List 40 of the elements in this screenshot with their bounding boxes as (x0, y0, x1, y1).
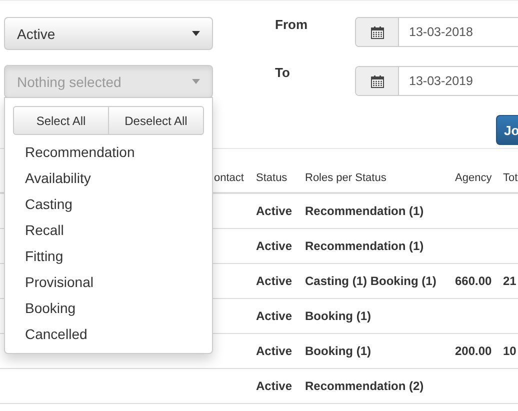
calendar-icon (370, 26, 384, 38)
date-field[interactable]: 13-03-2018 (355, 17, 518, 47)
total-cell-text: 21 (503, 274, 518, 288)
date-field[interactable]: 13-03-2019 (355, 66, 518, 96)
agency-cell-text: 660.00 (455, 274, 493, 288)
caret-icon (192, 79, 200, 84)
menu-option[interactable]: Recall (13, 217, 204, 243)
menu-option[interactable]: Fitting (13, 243, 204, 269)
calendar-icon (370, 74, 384, 88)
caret-icon (192, 31, 200, 36)
column-header: Tot (503, 172, 518, 184)
column-header: Status (256, 172, 288, 184)
total-cell-text: 10 (503, 344, 518, 358)
from-label: From (275, 17, 308, 32)
menu-option[interactable]: Cancelled (13, 321, 204, 347)
roles-cell-text: Recommendation (1) (305, 204, 425, 218)
roles-cell-text: Booking (1) (305, 309, 372, 323)
menu-option[interactable]: Casting (13, 191, 204, 217)
column-header: ontact (214, 172, 245, 184)
menu-action-button[interactable]: Deselect All (109, 106, 204, 135)
menu-option[interactable]: Booking (13, 295, 204, 321)
status-select[interactable]: Active (4, 17, 213, 50)
menu-option[interactable]: Provisional (13, 269, 204, 295)
menu-option[interactable]: Availability (13, 165, 204, 191)
menu-option[interactable]: Recommendation (13, 139, 204, 165)
agency-cell-text: 200.00 (455, 344, 493, 358)
status-cell-text: Active (256, 274, 294, 288)
roles-cell-text: Recommendation (1) (305, 239, 425, 253)
roles-cell-text: Casting (1) Booking (1) (305, 274, 438, 288)
roles-cell-text: Booking (1) (305, 344, 372, 358)
status-cell-text: Active (256, 344, 294, 358)
status-cell-text: Active (256, 239, 294, 253)
status-cell-text: Active (256, 204, 294, 218)
roles-cell-text: Recommendation (2) (305, 379, 425, 393)
column-header: Agency (455, 172, 493, 184)
status-cell-text: Active (256, 309, 294, 323)
menu-action-button[interactable]: Select All (13, 106, 109, 135)
status-cell-text: Active (256, 379, 294, 393)
column-header: Roles per Status (305, 172, 388, 184)
to-label: To (275, 65, 291, 80)
